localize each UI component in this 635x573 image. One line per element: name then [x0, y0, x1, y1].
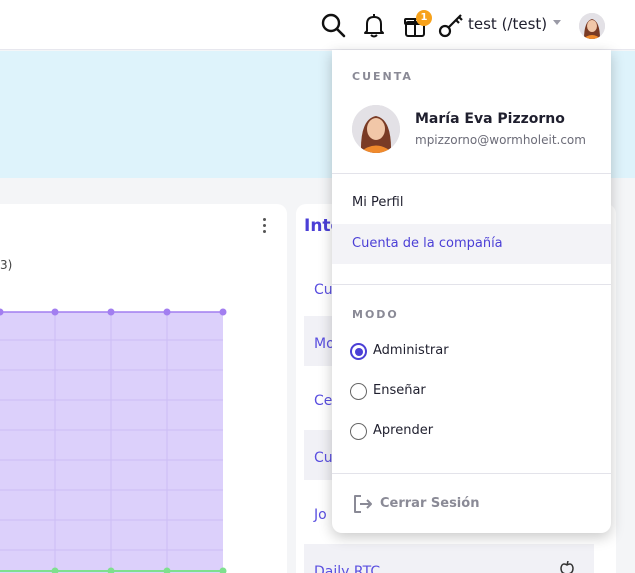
chart-point [107, 308, 115, 316]
apple-icon [560, 561, 574, 573]
bell-icon[interactable] [361, 12, 387, 38]
user-email: mpizzorno@wormholeit.com [415, 133, 586, 147]
menu-item-company-account[interactable]: Cuenta de la compañía [332, 224, 611, 264]
chevron-down-icon[interactable] [553, 20, 561, 25]
account-section-title: CUENTA [352, 70, 413, 83]
key-icon[interactable] [438, 12, 464, 38]
chart-point [163, 308, 171, 316]
user-name: María Eva Pizzorno [415, 111, 565, 127]
area-chart [0, 308, 227, 573]
list-item[interactable]: Daily RTC [304, 544, 594, 573]
mode-section-title: MODO [352, 308, 399, 321]
logout-icon [354, 495, 372, 513]
chart-point [219, 308, 227, 316]
chart-legend-fragment: 3) [0, 258, 13, 272]
radio-unselected[interactable] [350, 383, 367, 400]
top-bar: 1 test (/test) [0, 0, 635, 50]
notification-badge: 1 [416, 10, 432, 26]
divider [332, 473, 611, 474]
search-icon[interactable] [320, 12, 346, 38]
radio-unselected[interactable] [350, 423, 367, 440]
tenant-selector[interactable]: test (/test) [468, 15, 547, 33]
gift-icon[interactable]: 1 [402, 10, 432, 38]
chart-point [51, 308, 59, 316]
menu-item-profile[interactable]: Mi Perfil [332, 183, 611, 223]
user-avatar [352, 105, 400, 153]
kebab-menu-icon[interactable] [262, 218, 268, 234]
account-dropdown: CUENTA María Eva Pizzorno mpizzorno@worm… [332, 50, 611, 533]
logout-label: Cerrar Sesión [380, 496, 480, 511]
divider [332, 284, 611, 285]
radio-selected[interactable] [350, 343, 367, 360]
avatar[interactable] [579, 13, 605, 39]
divider [332, 173, 611, 174]
